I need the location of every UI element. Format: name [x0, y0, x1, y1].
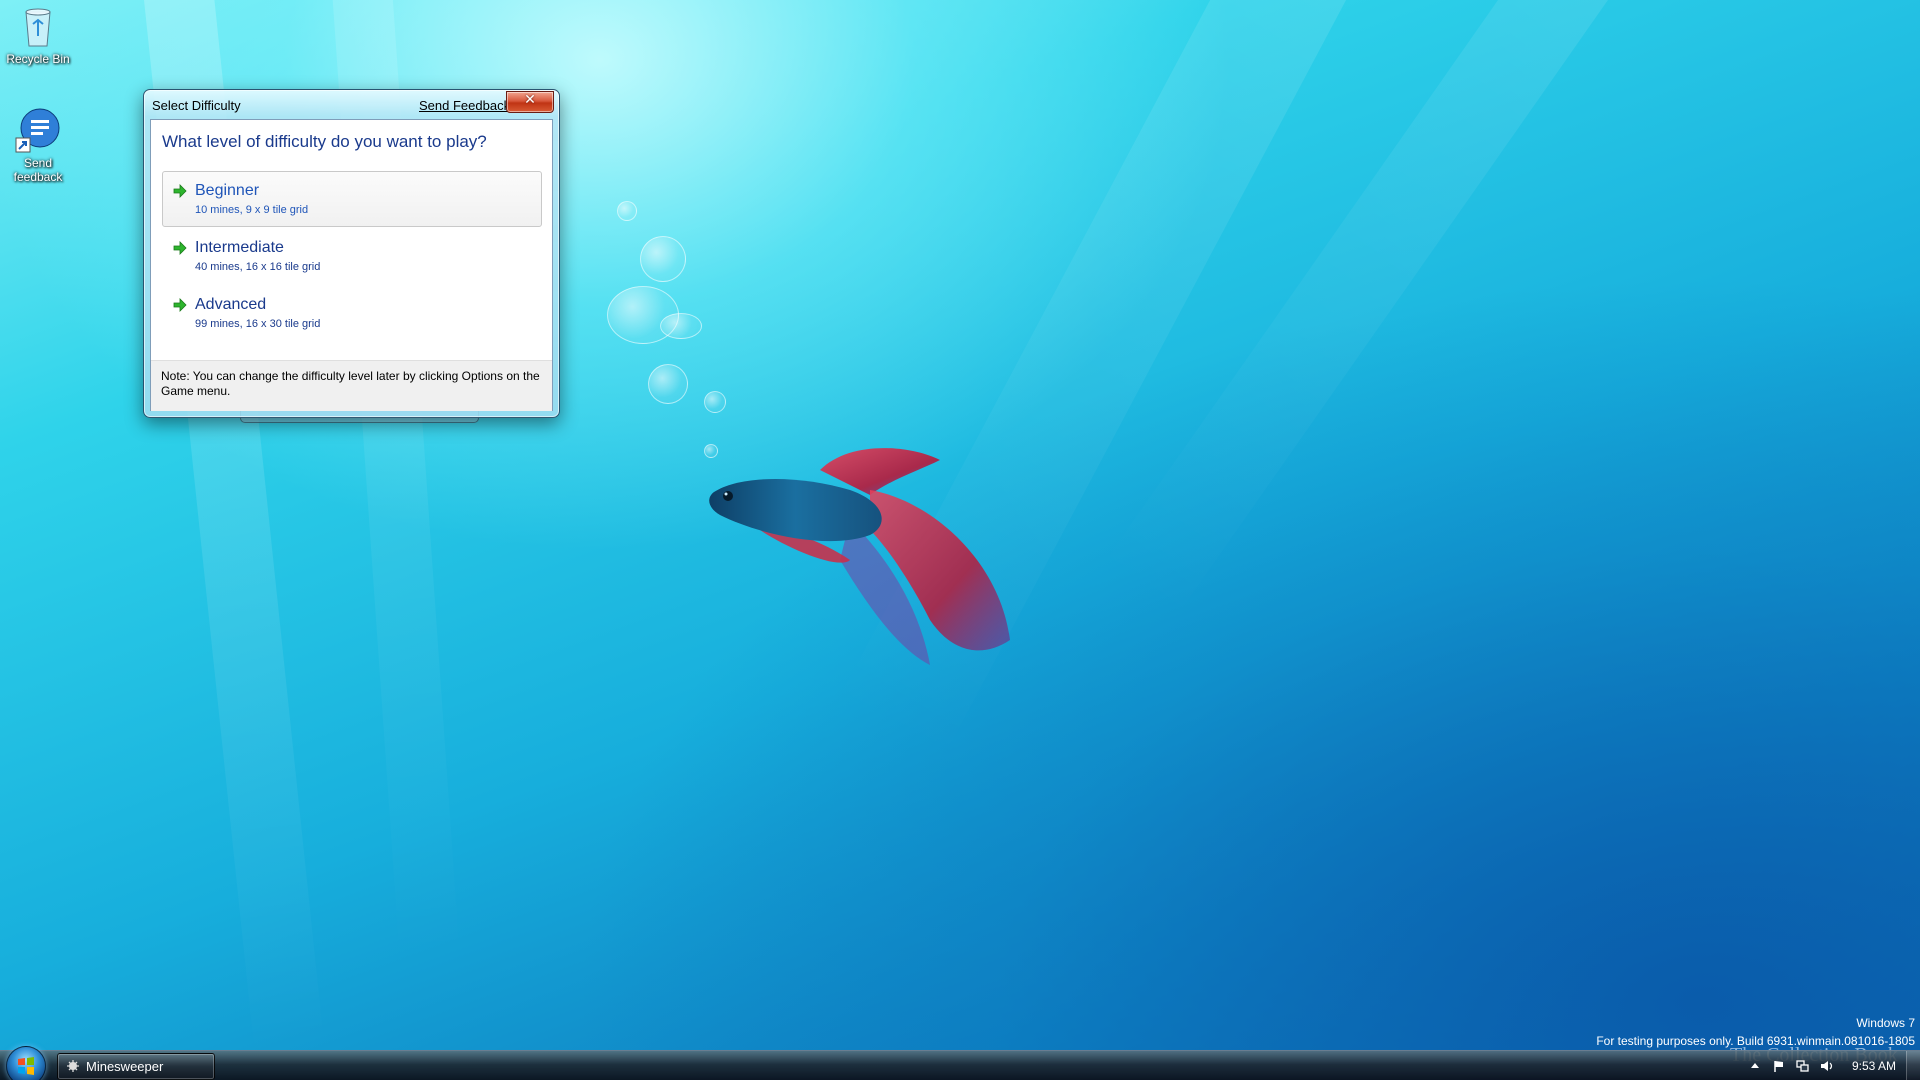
os-name-watermark: Windows 7	[1856, 1016, 1915, 1030]
show-desktop-button[interactable]	[1906, 1051, 1920, 1080]
bubble	[617, 201, 637, 221]
difficulty-note: Note: You can change the difficulty leve…	[161, 369, 540, 398]
select-difficulty-dialog: Select Difficulty Send Feedback ✕ What l…	[143, 89, 560, 418]
difficulty-question: What level of difficulty do you want to …	[162, 132, 487, 151]
option-description: 10 mines, 9 x 9 tile grid	[195, 204, 309, 216]
note-area: Note: You can change the difficulty leve…	[151, 360, 552, 411]
desktop-icon-label: Recycle Bin	[6, 52, 70, 66]
taskbar-item-label: Minesweeper	[86, 1059, 164, 1074]
betta-fish-wallpaper	[709, 448, 1010, 665]
bubble	[640, 236, 686, 282]
action-center-flag-icon[interactable]	[1772, 1059, 1786, 1073]
option-title: Advanced	[195, 296, 267, 313]
green-arrow-icon	[173, 241, 187, 255]
bubble	[660, 313, 702, 339]
taskbar-clock[interactable]: 9:53 AM	[1852, 1059, 1896, 1073]
bubble	[704, 391, 726, 413]
volume-icon[interactable]	[1820, 1059, 1834, 1073]
option-intermediate[interactable]: Intermediate 40 mines, 16 x 16 tile grid	[162, 228, 542, 284]
option-beginner[interactable]: Beginner 10 mines, 9 x 9 tile grid	[162, 171, 542, 227]
close-button[interactable]: ✕	[506, 91, 554, 113]
minesweeper-icon	[67, 1060, 79, 1072]
recycle-bin-icon	[25, 8, 51, 47]
option-description: 40 mines, 16 x 16 tile grid	[195, 261, 321, 273]
option-title: Beginner	[195, 182, 260, 199]
green-arrow-icon	[173, 184, 187, 198]
start-button[interactable]	[6, 1046, 46, 1080]
send-feedback-icon	[15, 108, 60, 153]
show-hidden-icons-icon[interactable]	[1748, 1059, 1762, 1073]
network-icon[interactable]	[1795, 1059, 1809, 1073]
option-description: 99 mines, 16 x 30 tile grid	[195, 318, 321, 330]
send-feedback-link[interactable]: Send Feedback	[419, 98, 510, 113]
windows-logo-icon	[18, 1057, 34, 1075]
bubble	[648, 364, 688, 404]
option-advanced[interactable]: Advanced 99 mines, 16 x 30 tile grid	[162, 285, 542, 341]
option-title: Intermediate	[195, 239, 284, 256]
taskbar: Minesweeper 9:53 AM	[0, 1046, 1920, 1080]
desktop-icon-send-feedback[interactable]: Send feedback	[0, 106, 76, 184]
light-ray	[1099, 0, 1632, 622]
taskbar-item-minesweeper[interactable]: Minesweeper	[57, 1053, 215, 1080]
dialog-title: Select Difficulty	[152, 98, 241, 113]
dialog-content: What level of difficulty do you want to …	[150, 119, 553, 411]
desktop-icon-recycle-bin[interactable]: Recycle Bin	[0, 2, 76, 66]
desktop-icon-label: Send feedback	[13, 156, 63, 184]
desktop: Recycle Bin Send feedback Select Difficu…	[0, 0, 1920, 1080]
green-arrow-icon	[173, 298, 187, 312]
close-icon: ✕	[524, 92, 536, 108]
